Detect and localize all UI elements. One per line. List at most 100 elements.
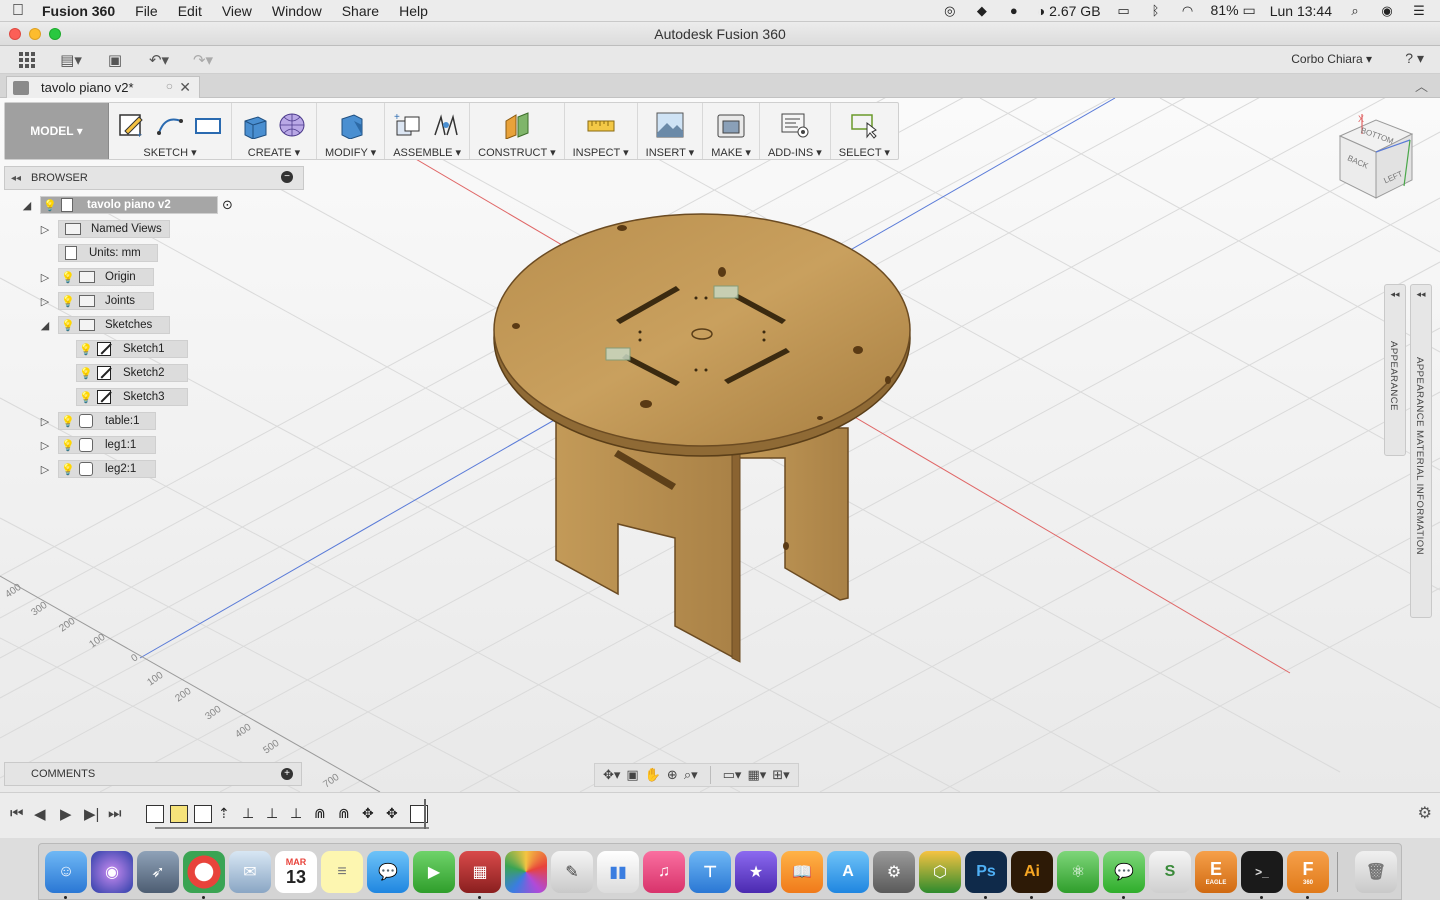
browser-minimize-icon[interactable]: − — [281, 171, 293, 183]
create-group[interactable]: CREATE ▾ — [232, 103, 317, 159]
visibility-bulb-icon[interactable]: 💡 — [61, 319, 75, 332]
create-sketch-icon[interactable]: + — [117, 111, 147, 139]
timeline-component-feature[interactable] — [170, 805, 188, 823]
zoom-window-button[interactable] — [49, 28, 61, 40]
timeline-joint-feature[interactable]: ⋒ — [338, 805, 356, 823]
itunes-icon[interactable]: ♫ — [643, 851, 685, 893]
workspace-switcher[interactable]: MODEL ▾ — [5, 103, 109, 159]
expand-triangle-icon[interactable]: ▷ — [38, 223, 52, 236]
timeline-move-feature[interactable]: ✥ — [386, 805, 404, 823]
pan-icon[interactable]: ✋ — [645, 767, 661, 783]
expand-triangle-icon[interactable]: ▷ — [38, 439, 52, 452]
construct-group[interactable]: CONSTRUCT ▾ — [470, 103, 565, 159]
notes-icon[interactable]: ≡ — [321, 851, 363, 893]
timeline-sketch-feature[interactable] — [146, 805, 164, 823]
menu-edit[interactable]: Edit — [178, 3, 202, 19]
rectangle-icon[interactable] — [193, 111, 223, 139]
select-icon[interactable] — [849, 111, 879, 139]
close-window-button[interactable] — [9, 28, 21, 40]
select-group[interactable]: SELECT ▾ — [831, 103, 898, 159]
facetime-icon[interactable]: ▶ — [413, 851, 455, 893]
preview-icon[interactable]: ✎ — [551, 851, 593, 893]
timeline-joint-feature[interactable]: ⋒ — [314, 805, 332, 823]
help-menu[interactable]: ? ▾ — [1405, 50, 1424, 67]
offset-plane-icon[interactable] — [502, 111, 532, 139]
apple-menu-icon[interactable]:  — [12, 2, 24, 20]
tree-item-units[interactable]: Units: mm — [58, 244, 158, 262]
timeline-move-feature[interactable]: ⊥ — [242, 805, 260, 823]
tree-row-leg1[interactable]: ▷ 💡 leg1:1 — [38, 435, 156, 455]
extrude-icon[interactable] — [240, 111, 270, 139]
line-icon[interactable] — [155, 111, 185, 139]
launchpad-icon[interactable]: ➶ — [137, 851, 179, 893]
illustrator-icon[interactable]: Ai — [1011, 851, 1053, 893]
insert-group[interactable]: INSERT ▾ — [638, 103, 704, 159]
tree-item-named-views[interactable]: Named Views — [58, 220, 170, 238]
visibility-bulb-icon[interactable]: 💡 — [61, 271, 75, 284]
sketch-group[interactable]: + SKETCH ▾ — [109, 103, 232, 159]
zoom-window-icon[interactable]: ⊕ — [667, 767, 678, 783]
collapse-browser-icon[interactable]: ◂◂ — [5, 173, 27, 184]
scrivener-icon[interactable]: S — [1149, 851, 1191, 893]
mail-stamp-icon[interactable]: ✉ — [229, 851, 271, 893]
visibility-bulb-icon[interactable]: 💡 — [61, 295, 75, 308]
bluetooth-icon[interactable]: ᛒ — [1147, 3, 1165, 18]
chrome-icon[interactable] — [183, 851, 225, 893]
spotlight-icon[interactable]: ⌕ — [1346, 3, 1364, 18]
collapse-toolbar-icon[interactable]: ︿ — [1415, 76, 1428, 95]
play-icon[interactable]: ▶ — [60, 805, 72, 823]
tree-row-leg2[interactable]: ▷ 💡 leg2:1 — [38, 459, 156, 479]
app-store-icon[interactable]: A — [827, 851, 869, 893]
view-cube[interactable]: X BOTTOM BACK LEFT — [1332, 112, 1420, 202]
hexagon-app-icon[interactable]: ⬡ — [919, 851, 961, 893]
insert-image-icon[interactable] — [655, 111, 685, 139]
modify-group[interactable]: MODIFY ▾ — [317, 103, 386, 159]
expand-triangle-icon[interactable]: ▷ — [38, 415, 52, 428]
visibility-bulb-icon[interactable]: 💡 — [43, 199, 57, 212]
tree-row-origin[interactable]: ▷ 💡 Origin — [38, 267, 154, 287]
tab-close-icon[interactable]: ✕ — [179, 79, 191, 96]
dropbox-icon[interactable]: ◆ — [973, 3, 991, 18]
tree-item-joints[interactable]: 💡 Joints — [58, 292, 154, 310]
tree-item-leg1[interactable]: 💡 leg1:1 — [58, 436, 156, 454]
atom-icon[interactable]: ⚛ — [1057, 851, 1099, 893]
visibility-bulb-icon[interactable]: 💡 — [61, 439, 75, 452]
browser-panel-header[interactable]: ◂◂ BROWSER − — [4, 166, 304, 190]
tree-row-root[interactable]: ◢ 💡 tavolo piano v2 ⊙ — [20, 195, 233, 215]
messages-icon[interactable]: ● — [1005, 3, 1023, 18]
expand-panel-icon[interactable]: ◂◂ — [1385, 289, 1405, 300]
timeline-move-feature[interactable]: ⊥ — [290, 805, 308, 823]
collapse-triangle-icon[interactable]: ◢ — [38, 319, 52, 332]
photos-icon[interactable] — [505, 851, 547, 893]
tree-row-sketch1[interactable]: 💡 Sketch1 — [76, 339, 188, 359]
ibooks-icon[interactable]: 📖 — [781, 851, 823, 893]
activate-radio-icon[interactable]: ⊙ — [222, 197, 233, 213]
step-forward-icon[interactable]: ▶| — [84, 805, 99, 823]
menu-share[interactable]: Share — [342, 3, 379, 19]
save-button[interactable]: ▣ — [100, 49, 130, 71]
messages-dock-icon[interactable]: 💬 — [367, 851, 409, 893]
zoom-icon[interactable]: ⌕▾ — [684, 767, 698, 783]
file-menu-button[interactable]: ▤▾ — [56, 49, 86, 71]
scripts-icon[interactable] — [780, 111, 810, 139]
material-info-panel-tab[interactable]: ◂◂ APPEARANCE MATERIAL INFORMATION — [1410, 284, 1432, 618]
tree-item-sketch2[interactable]: 💡 Sketch2 — [76, 364, 188, 382]
menu-help[interactable]: Help — [399, 3, 428, 19]
siri-dock-icon[interactable]: ◉ — [91, 851, 133, 893]
visibility-bulb-icon[interactable]: 💡 — [79, 391, 93, 404]
make-group[interactable]: MAKE ▾ — [703, 103, 760, 159]
wifi-icon[interactable]: ◠ — [1179, 3, 1197, 18]
redo-button[interactable]: ↷▾ — [188, 49, 218, 71]
go-to-start-icon[interactable]: ⏮ — [10, 805, 24, 822]
clock[interactable]: Lun 13:44 — [1270, 3, 1332, 19]
display-settings-icon[interactable]: ▭▾ — [723, 767, 742, 783]
add-comment-icon[interactable]: + — [281, 768, 293, 780]
tree-item-sketch3[interactable]: 💡 Sketch3 — [76, 388, 188, 406]
appearance-panel-tab[interactable]: ◂◂ APPEARANCE — [1384, 284, 1406, 456]
expand-panel-icon[interactable]: ◂◂ — [1411, 289, 1431, 300]
visibility-bulb-icon[interactable]: 💡 — [79, 367, 93, 380]
expand-triangle-icon[interactable]: ▷ — [38, 295, 52, 308]
numbers-icon[interactable]: ▮▮ — [597, 851, 639, 893]
menu-file[interactable]: File — [135, 3, 158, 19]
measure-icon[interactable] — [586, 111, 616, 139]
